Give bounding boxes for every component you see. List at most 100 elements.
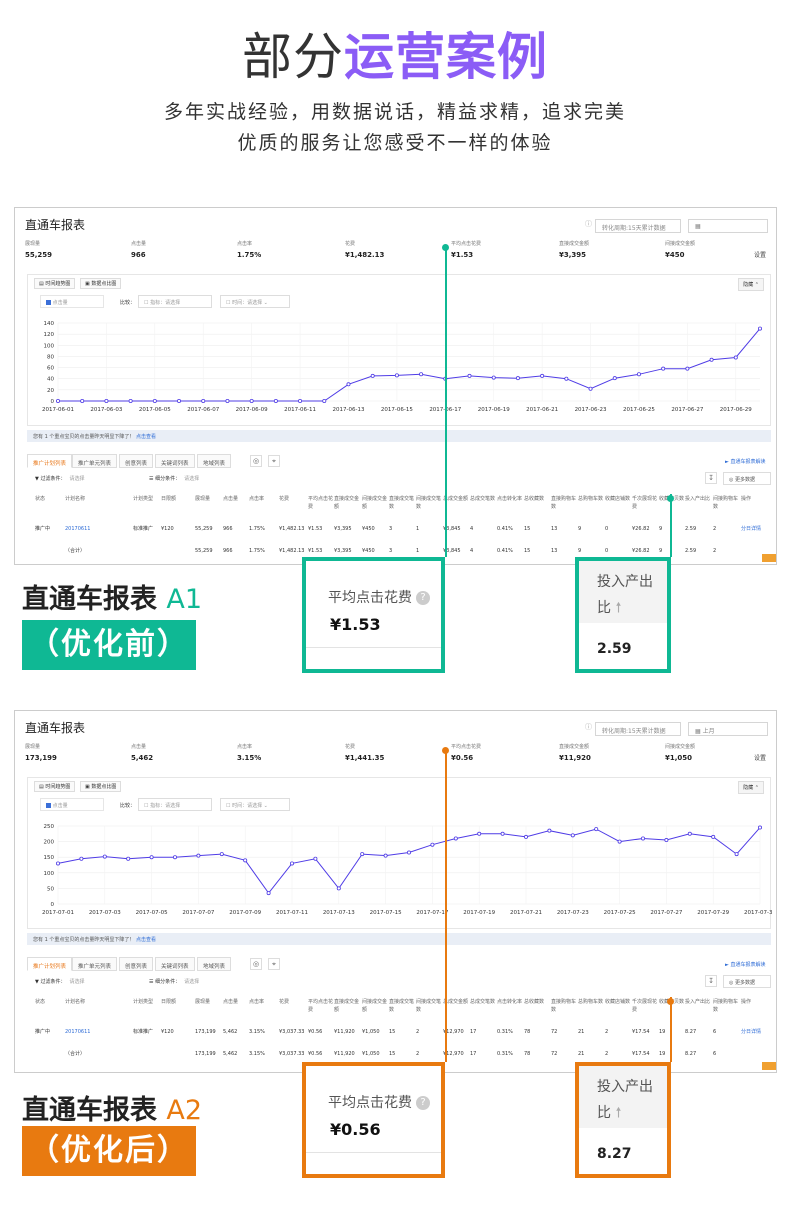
report-guide-link[interactable]: ► 直通车报表解读	[725, 961, 765, 968]
compare-metric-field[interactable]: ☐ 指标：请选择	[138, 295, 212, 308]
tab-3[interactable]: 关键词列表	[155, 957, 195, 971]
table-cell[interactable]: 20170611	[65, 525, 92, 533]
column-header[interactable]: 直接成交金额	[334, 998, 360, 1014]
column-header[interactable]: 直接成交笔数	[389, 998, 415, 1014]
column-header[interactable]: 投入产出比	[685, 998, 711, 1006]
settings-icon[interactable]: ◎	[250, 455, 262, 467]
column-header[interactable]: 总收藏数	[524, 495, 550, 503]
notice-link[interactable]: 点击查看	[136, 937, 156, 943]
segment-condition[interactable]: ☰ 细分条件： 请选择	[149, 475, 199, 482]
column-header[interactable]: 日限额	[161, 495, 187, 503]
table-cell: 9	[659, 548, 663, 554]
more-data-button[interactable]: ◎ 更多数据	[723, 975, 771, 988]
column-header[interactable]: 操作	[741, 495, 767, 503]
expand-icon[interactable]: ⌖	[268, 455, 280, 467]
settings-button[interactable]: 设置	[754, 753, 766, 762]
column-header[interactable]: 点击率	[249, 495, 275, 503]
column-header[interactable]: 投入产出比	[685, 495, 711, 503]
metric-select[interactable]: 点击量	[40, 798, 104, 811]
compare-chart-button[interactable]: ▣ 数据点比图	[80, 781, 122, 792]
column-header[interactable]: 操作	[741, 998, 767, 1006]
tab-4[interactable]: 地域列表	[197, 957, 232, 971]
tab-4[interactable]: 地域列表	[197, 454, 232, 468]
x-tick-label: 2017-06-03	[90, 407, 122, 413]
tab-1[interactable]: 推广单元列表	[72, 454, 118, 468]
filter-condition[interactable]: ▼ 过滤条件： 请选择	[35, 475, 84, 482]
column-header[interactable]: 总购物车数	[578, 998, 604, 1006]
column-header[interactable]: 平均点击花费	[308, 495, 334, 511]
column-header[interactable]: 花费	[279, 495, 305, 503]
column-header[interactable]: 点击转化率	[497, 495, 523, 503]
column-header[interactable]: 展现量	[195, 998, 221, 1006]
column-header[interactable]: 间接成交笔数	[416, 998, 442, 1014]
column-header[interactable]: 计划类型	[133, 998, 159, 1006]
tab-0[interactable]: 推广计划列表	[27, 454, 73, 468]
column-header[interactable]: 直接成交金额	[334, 495, 360, 511]
column-header[interactable]: 间接成交金额	[362, 998, 388, 1014]
column-header[interactable]: 直接购物车数	[551, 495, 577, 511]
column-header[interactable]: 点击量	[223, 998, 249, 1006]
column-header[interactable]: 总成交笔数	[470, 998, 496, 1006]
notice-link[interactable]: 点击查看	[136, 434, 156, 440]
compare-chart-button[interactable]: ▣ 数据点比图	[80, 278, 122, 289]
column-header[interactable]: 直接购物车数	[551, 998, 577, 1014]
download-icon[interactable]: ↧	[705, 472, 717, 484]
filter-condition[interactable]: ▼ 过滤条件： 请选择	[35, 978, 84, 985]
column-header[interactable]: 点击转化率	[497, 998, 523, 1006]
column-header[interactable]: 计划名称	[65, 495, 91, 503]
date-range-field[interactable]: ▦ 上月	[688, 722, 768, 736]
column-header[interactable]: 间接成交金额	[362, 495, 388, 511]
column-header[interactable]: 收藏店铺数	[605, 998, 631, 1006]
table-cell[interactable]: 分日详情	[741, 525, 768, 533]
column-header[interactable]: 总收藏数	[524, 998, 550, 1006]
column-header[interactable]: 千次展现花费	[632, 495, 658, 511]
tab-2[interactable]: 创意列表	[119, 454, 154, 468]
data-point	[225, 399, 230, 404]
hide-chart-button[interactable]: 隐藏 ⌃	[738, 781, 764, 794]
tab-0[interactable]: 推广计划列表	[27, 957, 73, 971]
trend-button[interactable]: ▤ 时间趋势图	[34, 278, 76, 289]
column-header[interactable]: 点击量	[223, 495, 249, 503]
column-header[interactable]: 计划名称	[65, 998, 91, 1006]
column-header[interactable]: 平均点击花费	[308, 998, 334, 1014]
trend-button[interactable]: ▤ 时间趋势图	[34, 781, 76, 792]
column-header[interactable]: 总成交笔数	[470, 495, 496, 503]
table-cell[interactable]: 20170611	[65, 1028, 92, 1036]
column-header[interactable]: 收藏店铺数	[605, 495, 631, 503]
column-header[interactable]: 间接成交笔数	[416, 495, 442, 511]
more-data-button[interactable]: ◎ 更多数据	[723, 472, 771, 485]
column-header[interactable]: 花费	[279, 998, 305, 1006]
compare-time-field[interactable]: ☐ 时间：请选择 ⌄	[220, 295, 290, 308]
download-icon[interactable]: ↧	[705, 975, 717, 987]
table-cell[interactable]: 分日详情	[741, 1028, 768, 1036]
column-header[interactable]: 间接购物车数	[713, 495, 739, 511]
column-header[interactable]: 千次展现花费	[632, 998, 658, 1014]
column-header[interactable]: 日限额	[161, 998, 187, 1006]
column-header[interactable]: 状态	[35, 998, 61, 1006]
compare-metric-field[interactable]: ☐ 指标：请选择	[138, 798, 212, 811]
tab-3[interactable]: 关键词列表	[155, 454, 195, 468]
column-header[interactable]: 间接购物车数	[713, 998, 739, 1014]
column-header[interactable]: 展现量	[195, 495, 221, 503]
compare-chart-label: 数据点比图	[91, 281, 117, 287]
tab-1[interactable]: 推广单元列表	[72, 957, 118, 971]
settings-button[interactable]: 设置	[754, 250, 766, 259]
metric-select[interactable]: 点击量	[40, 295, 104, 308]
feedback-tab[interactable]	[762, 554, 776, 562]
column-header[interactable]: 点击率	[249, 998, 275, 1006]
date-range-field[interactable]: ▦	[688, 219, 768, 233]
hide-chart-button[interactable]: 隐藏 ⌃	[738, 278, 764, 291]
compare-time-field[interactable]: ☐ 时间：请选择 ⌄	[220, 798, 290, 811]
segment-condition[interactable]: ☰ 细分条件： 请选择	[149, 978, 199, 985]
column-header[interactable]: 直接成交笔数	[389, 495, 415, 511]
column-header[interactable]: 总购物车数	[578, 495, 604, 503]
period-select[interactable]: 转化周期:15天累计数据	[595, 219, 681, 233]
column-header[interactable]: 状态	[35, 495, 61, 503]
tab-2[interactable]: 创意列表	[119, 957, 154, 971]
expand-icon[interactable]: ⌖	[268, 958, 280, 970]
period-select[interactable]: 转化周期:15天累计数据	[595, 722, 681, 736]
column-header[interactable]: 计划类型	[133, 495, 159, 503]
feedback-tab[interactable]	[762, 1062, 776, 1070]
settings-icon[interactable]: ◎	[250, 958, 262, 970]
report-guide-link[interactable]: ► 直通车报表解读	[725, 458, 765, 465]
